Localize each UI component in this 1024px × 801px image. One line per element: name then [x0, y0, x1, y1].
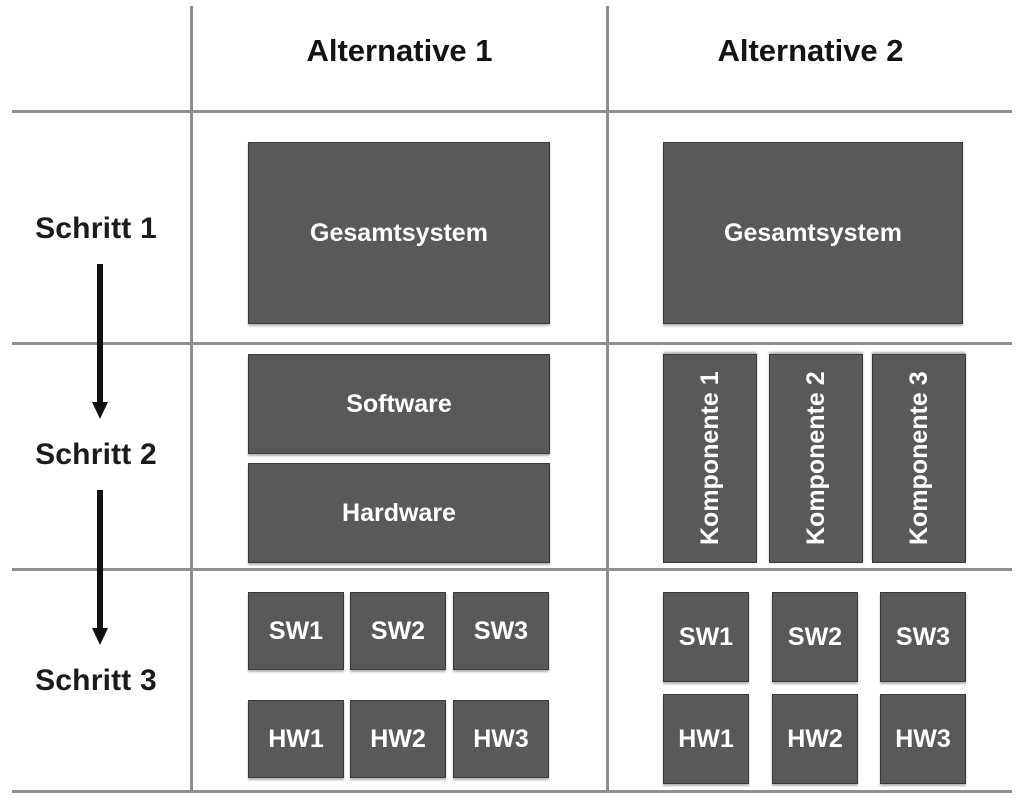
step-label-schritt-1: Schritt 1: [35, 212, 157, 245]
block-alt2-step1-gesamtsystem[interactable]: Gesamtsystem: [663, 142, 963, 324]
block-alt1-step1-gesamtsystem[interactable]: Gesamtsystem: [248, 142, 550, 324]
block-alt2-step2-komponente-3[interactable]: Komponente 3: [872, 354, 966, 563]
block-alt2-step3-sw1[interactable]: SW1: [663, 592, 749, 682]
structuring-alternatives-diagram: Alternative 1 Alternative 2 Schritt 1 Sc…: [0, 0, 1024, 801]
arrow-shaft: [97, 490, 103, 630]
block-alt2-step3-hw2[interactable]: HW2: [772, 694, 858, 784]
grid-line-step2-bottom: [12, 568, 1012, 571]
block-alt1-step2-software[interactable]: Software: [248, 354, 550, 454]
block-alt1-step3-sw2[interactable]: SW2: [350, 592, 446, 670]
arrow-step1-to-step2: [92, 264, 108, 420]
block-alt2-step3-hw3[interactable]: HW3: [880, 694, 966, 784]
block-alt1-step3-sw1[interactable]: SW1: [248, 592, 344, 670]
step-label-schritt-3: Schritt 3: [35, 664, 157, 697]
arrow-head-icon: [92, 402, 108, 419]
arrow-shaft: [97, 264, 103, 404]
step-label-schritt-2: Schritt 2: [35, 438, 157, 471]
block-alt2-step3-sw3[interactable]: SW3: [880, 592, 966, 682]
block-alt2-step2-komponente-2[interactable]: Komponente 2: [769, 354, 863, 563]
block-alt1-step3-sw3[interactable]: SW3: [453, 592, 549, 670]
grid-line-table-bottom: [12, 790, 1012, 793]
column-header-alternative-2: Alternative 2: [717, 33, 904, 68]
block-alt1-step3-hw3[interactable]: HW3: [453, 700, 549, 778]
block-alt1-step2-hardware[interactable]: Hardware: [248, 463, 550, 563]
block-alt2-step2-komponente-1[interactable]: Komponente 1: [663, 354, 757, 563]
grid-line-step1-bottom: [12, 342, 1012, 345]
block-alt2-step3-sw2[interactable]: SW2: [772, 592, 858, 682]
column-header-alternative-1: Alternative 1: [306, 33, 493, 68]
arrow-step2-to-step3: [92, 490, 108, 646]
block-alt1-step3-hw1[interactable]: HW1: [248, 700, 344, 778]
grid-line-col2-left: [606, 6, 609, 793]
grid-line-header-bottom: [12, 110, 1012, 113]
arrow-head-icon: [92, 628, 108, 645]
block-alt2-step3-hw1[interactable]: HW1: [663, 694, 749, 784]
block-alt1-step3-hw2[interactable]: HW2: [350, 700, 446, 778]
